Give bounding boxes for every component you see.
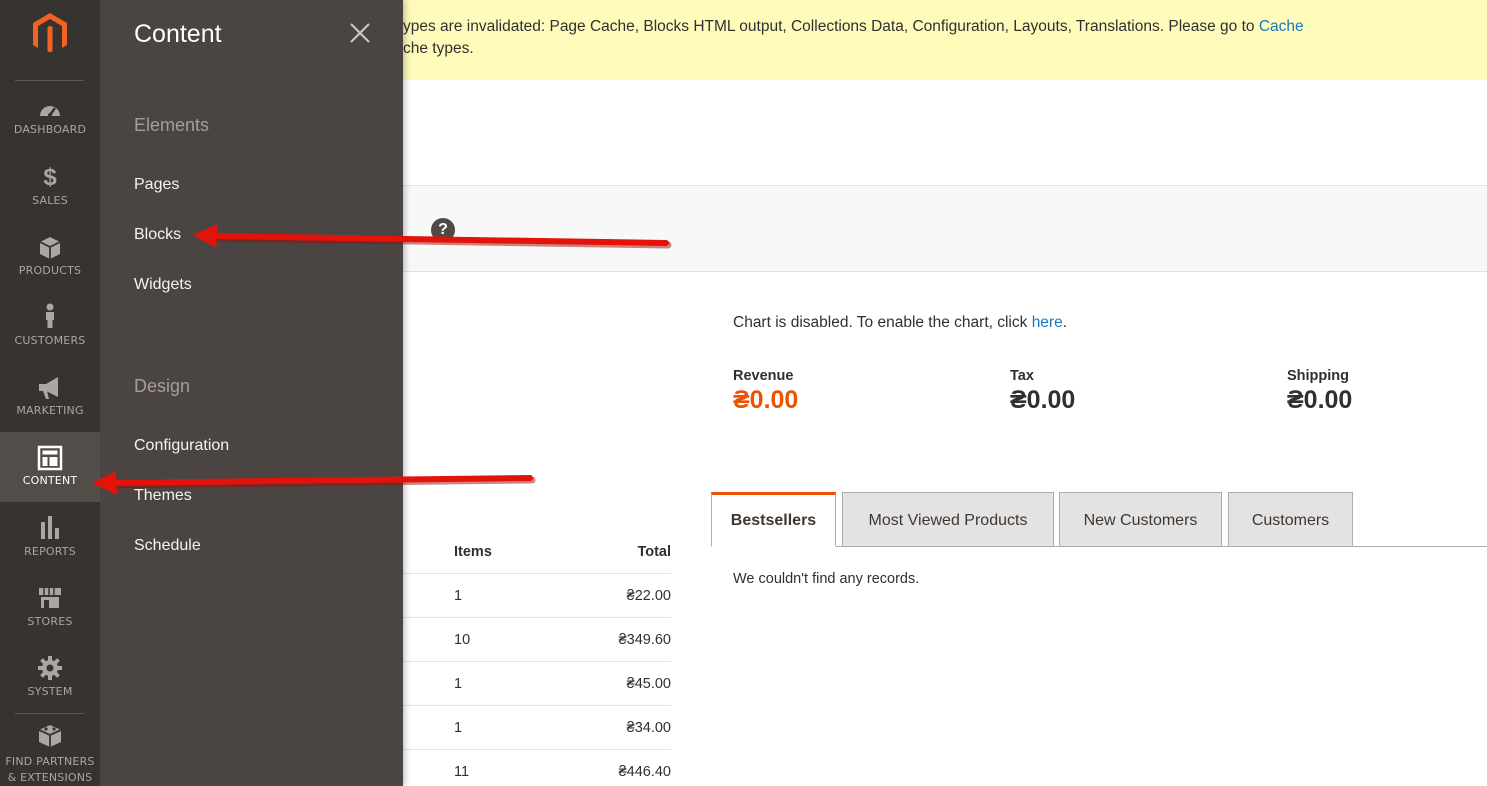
cell-total: ₴22.00 (626, 588, 671, 604)
store-switcher-bar (403, 185, 1487, 272)
bar-chart-icon (41, 516, 59, 539)
cell-items: 1 (454, 588, 463, 604)
dashboard-icon (40, 106, 60, 117)
nav-item-reports[interactable]: REPORTS (0, 514, 100, 584)
magento-logo-icon[interactable] (27, 10, 73, 56)
nav-label: SYSTEM (27, 685, 73, 698)
cache-link[interactable]: Cache (1259, 18, 1304, 35)
nav-label: MARKETING (16, 404, 84, 417)
nav-label: CUSTOMERS (14, 334, 86, 347)
totals-value: ₴0.00 (1010, 386, 1076, 414)
empty-records-message: We couldn't find any records. (733, 571, 920, 587)
section-title-elements: Elements (134, 115, 210, 135)
nav-item-stores[interactable]: STORES (0, 584, 100, 654)
table-row[interactable]: 1 ₴22.00 (403, 574, 671, 618)
nav-label: STORES (27, 615, 73, 628)
megaphone-icon (39, 377, 58, 399)
menu-item-themes[interactable]: Themes (134, 487, 192, 505)
nav-item-dashboard[interactable]: DASHBOARD (0, 94, 100, 164)
admin-sidebar: DASHBOARD $ SALES PRODUCTS CUSTOMERS MAR… (0, 0, 100, 786)
nav-item-find-partners[interactable]: FIND PARTNERS & EXTENSIONS (0, 722, 100, 786)
menu-item-widgets[interactable]: Widgets (134, 276, 192, 294)
table-row[interactable]: 1 ₴34.00 (403, 706, 671, 750)
nav-label: PRODUCTS (18, 264, 82, 277)
cell-items: 1 (454, 720, 463, 736)
nav-label: FIND PARTNERS (5, 755, 95, 768)
nav-label: CONTENT (22, 474, 78, 487)
tab-new-customers[interactable]: New Customers (1059, 492, 1222, 547)
cell-total: ₴349.60 (618, 632, 671, 648)
last-orders-table: Items Total 1 ₴22.00 10 ₴349.60 1 ₴45.00… (403, 533, 671, 786)
cell-items: 11 (454, 764, 470, 780)
table-header: Items Total (403, 533, 671, 574)
tab-customers[interactable]: Customers (1228, 492, 1353, 547)
gear-icon (38, 656, 62, 680)
totals-revenue: Revenue ₴0.00 (733, 368, 798, 415)
totals-shipping: Shipping ₴0.00 (1287, 368, 1352, 415)
tab-bestsellers[interactable]: Bestsellers (711, 492, 836, 547)
table-row[interactable]: 11 ₴446.40 (403, 750, 671, 786)
totals-value: ₴0.00 (733, 386, 799, 414)
notice-line-1: ypes are invalidated: Page Cache, Blocks… (403, 18, 1304, 36)
cell-total: ₴446.40 (618, 764, 671, 780)
table-row[interactable]: 1 ₴45.00 (403, 662, 671, 706)
totals-label: Tax (1010, 368, 1034, 384)
nav-label: REPORTS (24, 545, 76, 558)
nav-item-sales[interactable]: $ SALES (0, 164, 100, 234)
section-title-design: Design (134, 376, 191, 396)
chart-msg-text: Chart is disabled. To enable the chart, … (733, 314, 1032, 331)
nav-divider (15, 713, 84, 714)
totals-label: Shipping (1287, 368, 1350, 384)
nav-item-content[interactable]: CONTENT (0, 432, 100, 502)
chart-msg-suffix: . (1062, 314, 1068, 331)
totals-value: ₴0.00 (1287, 386, 1353, 414)
nav-item-customers[interactable]: CUSTOMERS (0, 302, 100, 372)
menu-item-blocks[interactable]: Blocks (134, 226, 181, 244)
nav-item-products[interactable]: PRODUCTS (0, 234, 100, 304)
column-header-items: Items (454, 544, 492, 560)
nav-label: & EXTENSIONS (7, 771, 93, 784)
cell-items: 10 (454, 632, 471, 648)
tab-most-viewed-products[interactable]: Most Viewed Products (842, 492, 1054, 547)
totals-label: Revenue (733, 368, 794, 384)
close-icon[interactable] (349, 22, 371, 44)
nav-label: SALES (32, 194, 68, 207)
nav-label: DASHBOARD (13, 123, 87, 136)
storefront-icon (39, 588, 61, 608)
notice-text: ypes are invalidated: Page Cache, Blocks… (403, 18, 1259, 35)
enable-chart-link[interactable]: here (1032, 314, 1063, 331)
menu-item-schedule[interactable]: Schedule (134, 537, 201, 555)
totals-tax: Tax ₴0.00 (1010, 368, 1075, 415)
table-row[interactable]: 10 ₴349.60 (403, 618, 671, 662)
chart-disabled-message: Chart is disabled. To enable the chart, … (733, 314, 1067, 332)
column-header-total: Total (637, 544, 671, 560)
nav-divider (15, 80, 84, 81)
dollar-icon: $ (43, 164, 57, 191)
cell-total: ₴34.00 (626, 720, 671, 736)
box-icon (39, 237, 61, 259)
extension-box-icon (38, 725, 62, 747)
person-icon (46, 303, 54, 328)
notice-line-2: che types. (403, 40, 474, 57)
cell-total: ₴45.00 (626, 676, 671, 692)
dashboard-tabs: Bestsellers Most Viewed Products New Cus… (711, 492, 1487, 547)
menu-item-configuration[interactable]: Configuration (134, 437, 229, 455)
help-icon[interactable]: ? (431, 218, 455, 242)
content-flyout-menu: Content Elements Pages Blocks Widgets De… (100, 0, 403, 786)
layout-icon (37, 445, 63, 471)
cache-invalidated-notice: ypes are invalidated: Page Cache, Blocks… (403, 0, 1487, 80)
flyout-title: Content (134, 20, 222, 48)
menu-item-pages[interactable]: Pages (134, 176, 179, 194)
cell-items: 1 (454, 676, 463, 692)
